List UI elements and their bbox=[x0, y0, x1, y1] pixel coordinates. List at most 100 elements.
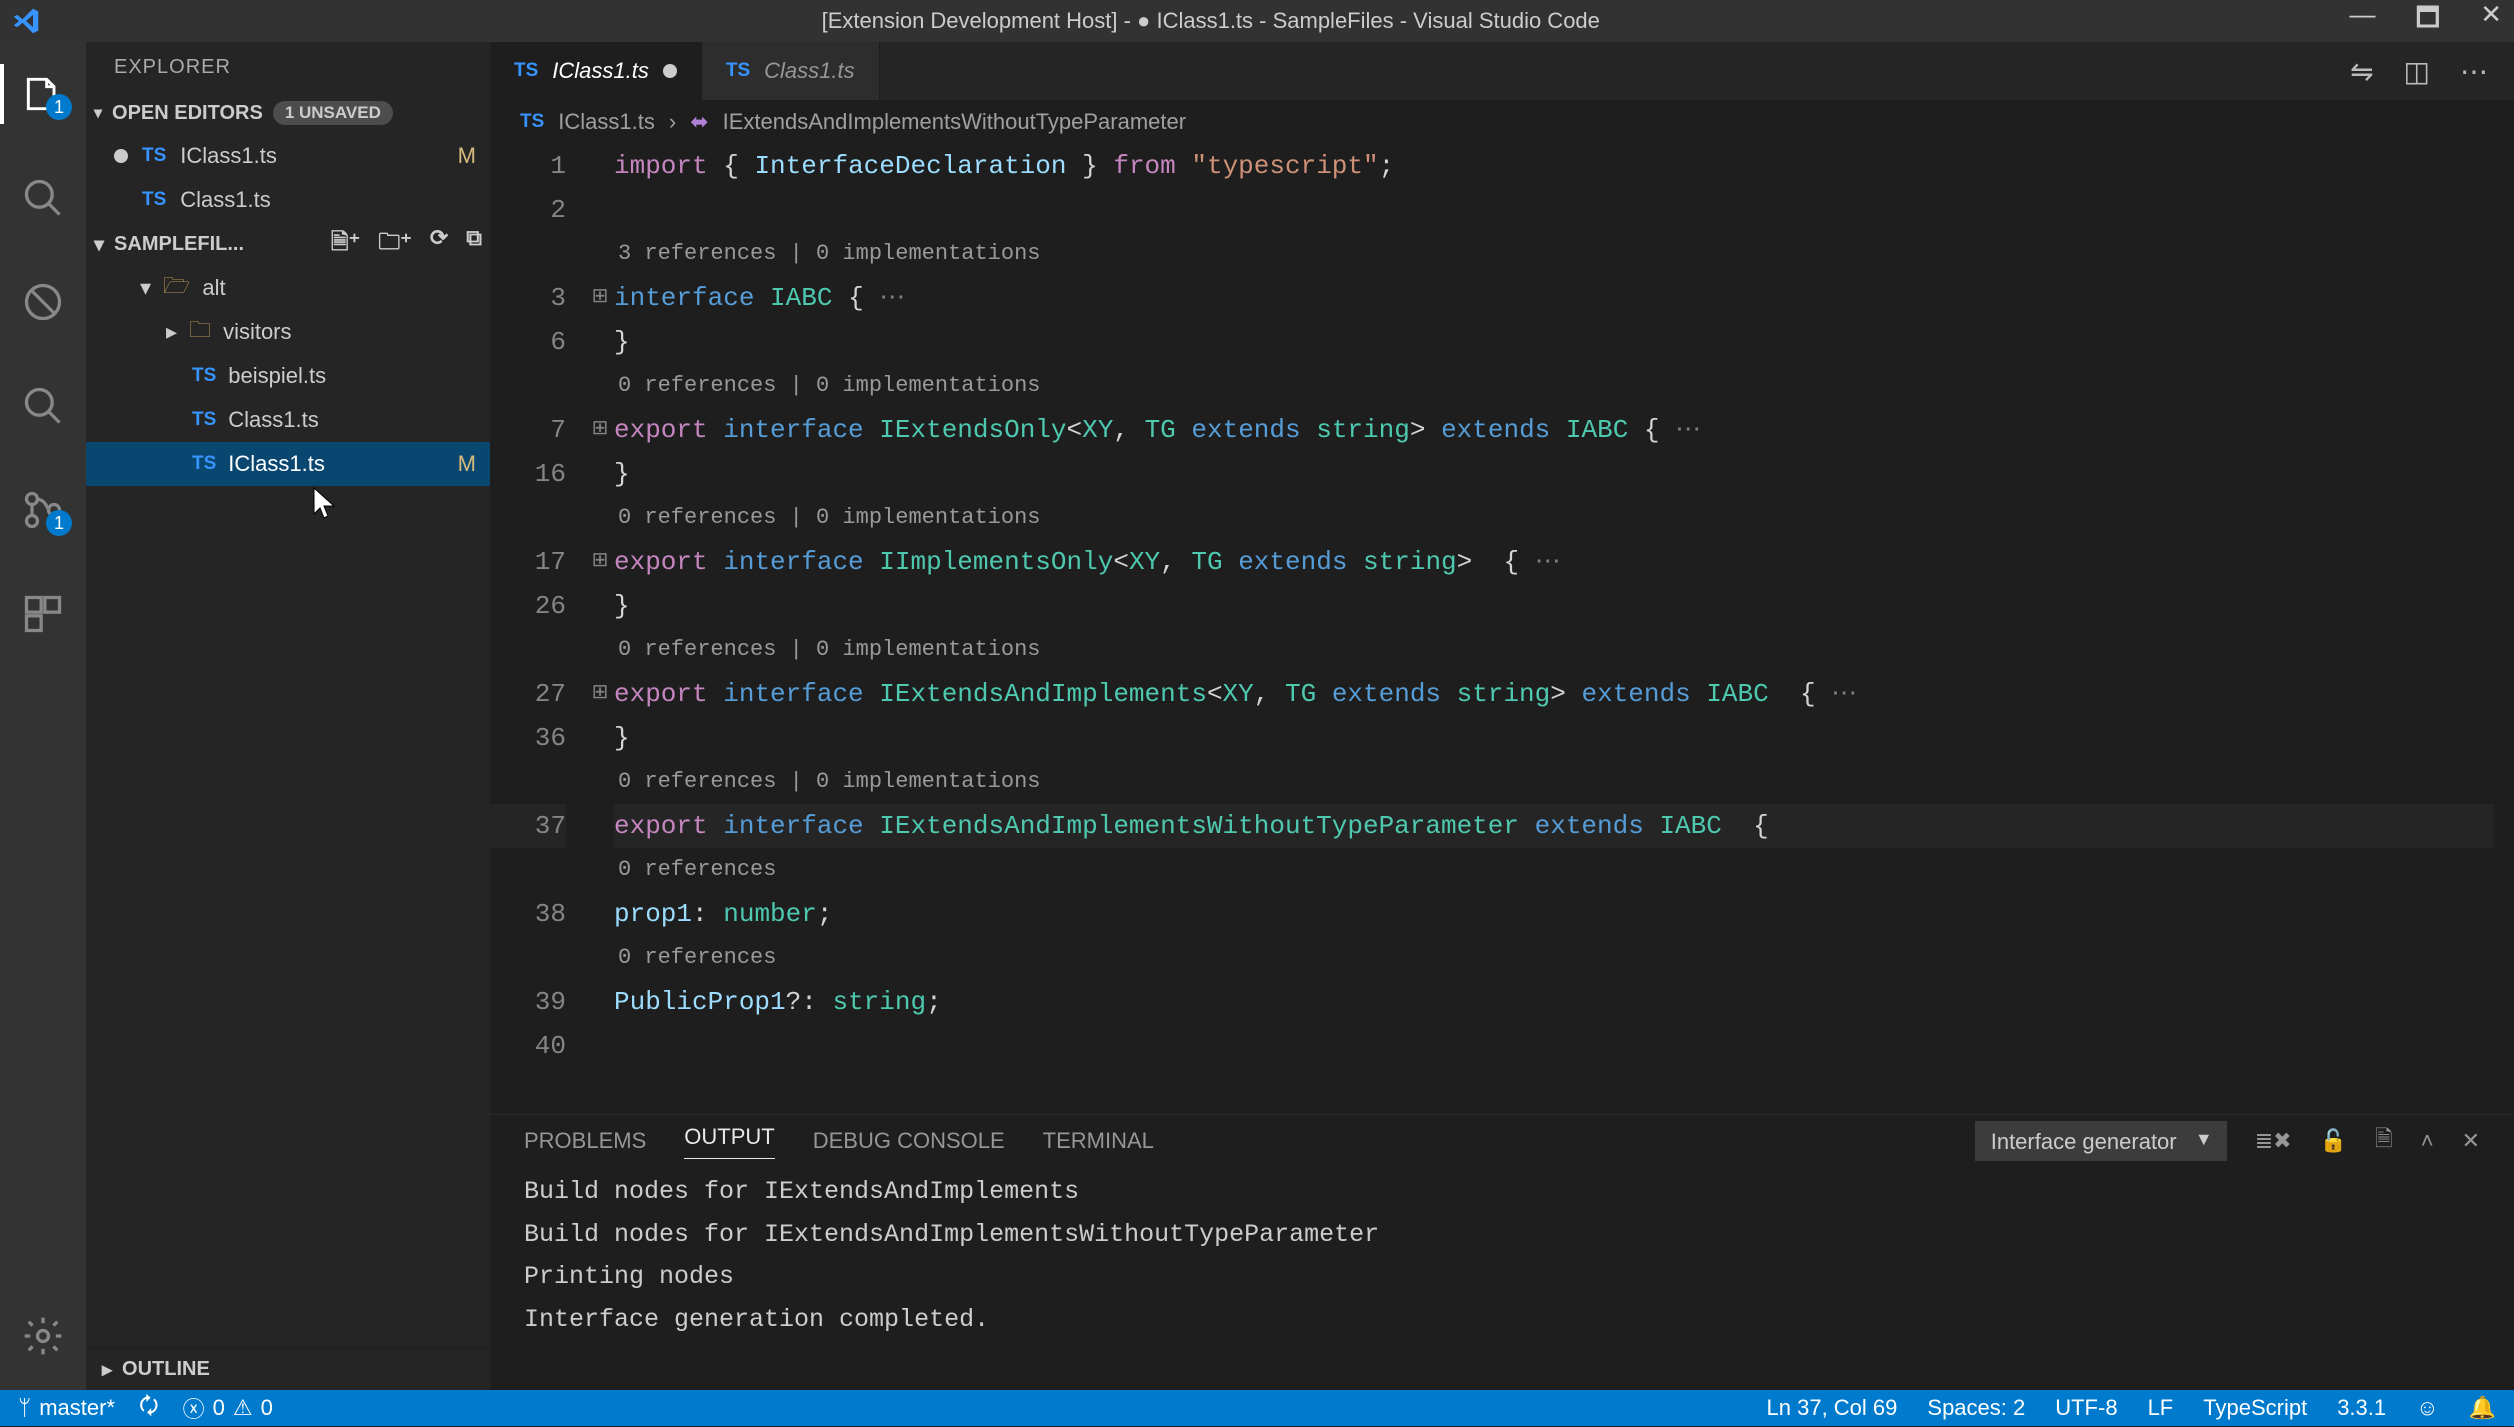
minimize-button[interactable]: — bbox=[2350, 0, 2376, 43]
output-channel-select[interactable]: Interface generator bbox=[1975, 1121, 2227, 1161]
breadcrumb[interactable]: TS IClass1.ts › ⬌ IExtendsAndImplementsW… bbox=[490, 100, 2514, 144]
folder-label: SAMPLEFIL... bbox=[114, 233, 244, 256]
open-log-icon[interactable]: 🗎 bbox=[2375, 1122, 2393, 1160]
maximize-button[interactable]: 🗖 bbox=[2416, 0, 2441, 43]
status-version[interactable]: 3.3.1 bbox=[2337, 1395, 2386, 1421]
new-folder-icon[interactable]: 🗀⁺ bbox=[378, 225, 412, 263]
clear-output-icon[interactable]: ≣✖ bbox=[2255, 1128, 2292, 1154]
editor-tab[interactable]: TSIClass1.ts bbox=[490, 42, 702, 100]
vscode-logo bbox=[12, 7, 40, 35]
codelens[interactable]: 3 references | 0 implementations bbox=[614, 232, 2494, 276]
unsaved-badge: 1 UNSAVED bbox=[273, 101, 393, 125]
chevron-icon: ▸ bbox=[166, 319, 177, 345]
code-line[interactable] bbox=[614, 188, 2494, 232]
new-file-icon[interactable]: 🗎⁺ bbox=[331, 225, 360, 263]
code-line[interactable]: import { InterfaceDeclaration } from "ty… bbox=[614, 144, 2494, 188]
activity-debug-alt[interactable] bbox=[0, 266, 86, 338]
activity-extensions[interactable] bbox=[0, 578, 86, 650]
code-line[interactable]: prop1: number; bbox=[614, 892, 2494, 936]
tab-label: IClass1.ts bbox=[552, 58, 649, 84]
outline-header[interactable]: ▸ OUTLINE bbox=[86, 1348, 490, 1390]
panel-tab[interactable]: OUTPUT bbox=[684, 1124, 774, 1159]
breadcrumb-file[interactable]: IClass1.ts bbox=[558, 109, 655, 135]
breadcrumb-symbol[interactable]: IExtendsAndImplementsWithoutTypeParamete… bbox=[723, 109, 1186, 135]
code-line[interactable] bbox=[614, 1024, 2494, 1068]
tree-item[interactable]: TSIClass1.tsM bbox=[86, 442, 490, 486]
panel-close-icon[interactable]: ✕ bbox=[2462, 1128, 2480, 1154]
explorer-badge: 1 bbox=[46, 94, 72, 120]
ts-icon: TS bbox=[192, 409, 216, 431]
tree-item[interactable]: TSbeispiel.ts bbox=[86, 354, 490, 398]
code-line[interactable]: } bbox=[614, 320, 2494, 364]
more-icon[interactable]: ⋯ bbox=[2460, 55, 2488, 88]
line-number: 16 bbox=[490, 452, 566, 496]
codelens[interactable]: 0 references | 0 implementations bbox=[614, 760, 2494, 804]
line-number: 36 bbox=[490, 716, 566, 760]
sync-icon: 🗘 bbox=[139, 1389, 159, 1427]
code-line[interactable]: } bbox=[614, 584, 2494, 628]
collapse-icon[interactable]: ⧉ bbox=[466, 225, 482, 263]
activity-settings[interactable] bbox=[0, 1300, 86, 1372]
code-line[interactable]: } bbox=[614, 716, 2494, 760]
codelens[interactable]: 0 references | 0 implementations bbox=[614, 364, 2494, 408]
code-line[interactable]: PublicProp1?: string; bbox=[614, 980, 2494, 1024]
close-button[interactable]: ✕ bbox=[2480, 0, 2502, 43]
panel-tab[interactable]: PROBLEMS bbox=[524, 1128, 646, 1154]
sidebar: EXPLORER ▾ OPEN EDITORS 1 UNSAVED TSICla… bbox=[86, 42, 490, 1390]
code-line[interactable]: export interface IImplementsOnly<XY, TG … bbox=[614, 540, 2494, 584]
tree-item[interactable]: ▾🗁alt bbox=[86, 266, 490, 310]
codelens[interactable]: 0 references | 0 implementations bbox=[614, 628, 2494, 672]
codelens[interactable]: 0 references bbox=[614, 936, 2494, 980]
ts-icon: TS bbox=[726, 60, 750, 82]
tree-item[interactable]: ▸🗀visitors bbox=[86, 310, 490, 354]
code-line[interactable]: export interface IExtendsAndImplementsWi… bbox=[614, 804, 2494, 848]
refresh-icon[interactable]: ⟳ bbox=[430, 225, 448, 263]
editor-area: TSIClass1.tsTSClass1.ts ⇋ ◫ ⋯ TS IClass1… bbox=[490, 42, 2514, 1390]
fold-toggle[interactable]: ⊞ bbox=[586, 672, 614, 716]
compare-icon[interactable]: ⇋ bbox=[2350, 55, 2373, 88]
line-number: 37 bbox=[490, 804, 566, 848]
output-body[interactable]: Build nodes for IExtendsAndImplementsBui… bbox=[490, 1167, 2514, 1390]
code-line[interactable]: export interface IExtendsOnly<XY, TG ext… bbox=[614, 408, 2494, 452]
activity-search2[interactable] bbox=[0, 370, 86, 442]
line-number: 40 bbox=[490, 1024, 566, 1068]
code-editor[interactable]: 12 36 716 1726 2736 37 38 3940 ⊞ ⊞ ⊞ ⊞ i… bbox=[490, 144, 2514, 1114]
panel-up-icon[interactable]: ˄ bbox=[2421, 1128, 2434, 1154]
lock-scroll-icon[interactable]: 🔓 bbox=[2320, 1128, 2347, 1154]
activity-explorer[interactable]: 1 bbox=[0, 58, 86, 130]
status-lncol[interactable]: Ln 37, Col 69 bbox=[1767, 1395, 1898, 1421]
code-line[interactable]: } bbox=[614, 452, 2494, 496]
split-editor-icon[interactable]: ◫ bbox=[2404, 55, 2430, 88]
code-line[interactable]: export interface IExtendsAndImplements<X… bbox=[614, 672, 2494, 716]
ts-icon: TS bbox=[142, 145, 166, 167]
codelens[interactable]: 0 references | 0 implementations bbox=[614, 496, 2494, 540]
fold-toggle[interactable]: ⊞ bbox=[586, 276, 614, 320]
folder-header[interactable]: ▾ SAMPLEFIL... 🗎⁺ 🗀⁺ ⟳ ⧉ bbox=[86, 222, 490, 266]
sidebar-title: EXPLORER bbox=[86, 42, 490, 92]
status-problems[interactable]: ⓧ 0 ⚠ 0 bbox=[183, 1392, 273, 1424]
open-editors-label: OPEN EDITORS bbox=[112, 102, 263, 125]
code-line[interactable]: interface IABC { ⋯ bbox=[614, 276, 2494, 320]
panel-tab[interactable]: TERMINAL bbox=[1043, 1128, 1154, 1154]
open-editor-item[interactable]: TSClass1.ts bbox=[86, 178, 490, 222]
tree-item[interactable]: TSClass1.ts bbox=[86, 398, 490, 442]
activity-search[interactable] bbox=[0, 162, 86, 234]
activity-scm[interactable]: 1 bbox=[0, 474, 86, 546]
status-feedback[interactable]: ☺ bbox=[2416, 1395, 2438, 1421]
codelens[interactable]: 0 references bbox=[614, 848, 2494, 892]
status-lang[interactable]: TypeScript bbox=[2203, 1395, 2307, 1421]
line-number: 3 bbox=[490, 276, 566, 320]
status-spaces[interactable]: Spaces: 2 bbox=[1927, 1395, 2025, 1421]
panel-tab[interactable]: DEBUG CONSOLE bbox=[813, 1128, 1005, 1154]
status-eol[interactable]: LF bbox=[2148, 1395, 2174, 1421]
status-bar: ᛘ master* 🗘 ⓧ 0 ⚠ 0 Ln 37, Col 69 Spaces… bbox=[0, 1390, 2514, 1426]
status-branch[interactable]: ᛘ master* bbox=[18, 1395, 115, 1421]
status-sync[interactable]: 🗘 bbox=[139, 1389, 159, 1427]
fold-toggle[interactable]: ⊞ bbox=[586, 408, 614, 452]
status-bell[interactable]: 🔔 bbox=[2469, 1395, 2496, 1421]
status-encoding[interactable]: UTF-8 bbox=[2055, 1395, 2117, 1421]
open-editors-header[interactable]: ▾ OPEN EDITORS 1 UNSAVED bbox=[86, 92, 490, 134]
editor-tab[interactable]: TSClass1.ts bbox=[702, 42, 880, 100]
open-editor-item[interactable]: TSIClass1.tsM bbox=[86, 134, 490, 178]
fold-toggle[interactable]: ⊞ bbox=[586, 540, 614, 584]
